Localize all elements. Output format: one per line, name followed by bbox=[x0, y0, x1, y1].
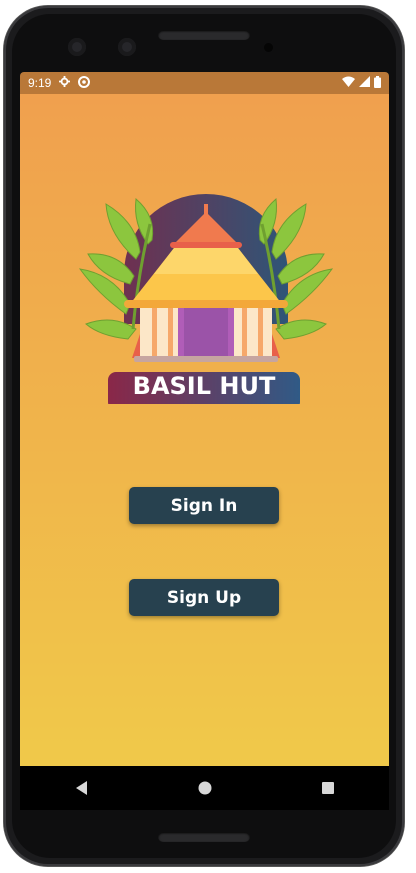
battery-icon bbox=[374, 75, 381, 91]
basil-hut-logo: BASIL HUT bbox=[78, 194, 334, 404]
earpiece-speaker bbox=[158, 30, 250, 40]
back-icon[interactable] bbox=[62, 773, 102, 803]
sign-up-button[interactable]: Sign Up bbox=[129, 579, 279, 616]
recents-icon[interactable] bbox=[308, 773, 348, 803]
status-bar: 9:19 bbox=[20, 72, 389, 94]
logo-text: BASIL HUT bbox=[133, 372, 276, 400]
front-camera-left bbox=[68, 38, 86, 56]
navigation-bar bbox=[20, 766, 389, 810]
status-time: 9:19 bbox=[28, 76, 52, 90]
gear-icon bbox=[59, 76, 71, 90]
sync-icon bbox=[78, 75, 91, 91]
home-icon[interactable] bbox=[185, 773, 225, 803]
proximity-sensor bbox=[264, 43, 273, 52]
app-content: BASIL HUT Sign In Sign Up bbox=[20, 94, 389, 766]
front-camera-right bbox=[118, 38, 136, 56]
bottom-speaker bbox=[158, 832, 250, 842]
wifi-icon bbox=[342, 76, 355, 90]
screen: 9:19 BASIL HUT Sign In Sign Up bbox=[20, 72, 389, 810]
sign-in-button[interactable]: Sign In bbox=[129, 487, 279, 524]
signal-icon bbox=[359, 76, 370, 90]
